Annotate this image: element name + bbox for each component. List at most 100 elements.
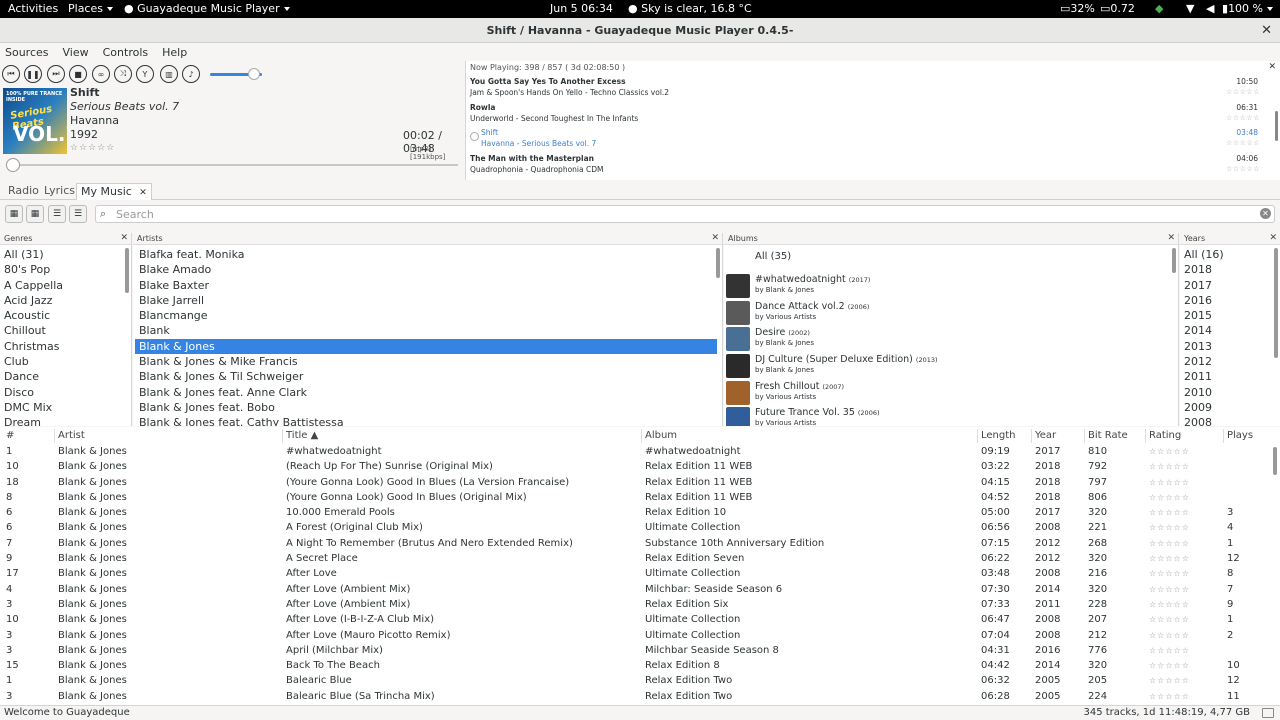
table-row[interactable]: 18 Blank & Jones (Youre Gonna Look) Good I… [0,476,1280,491]
pause-icon[interactable]: ❚❚ [24,65,42,83]
now-playing-rating[interactable]: ☆☆☆☆☆ [1226,139,1260,147]
list-detail-icon[interactable]: ☰ [48,205,66,223]
table-row[interactable]: 9 Blank & Jones A Secret Place Relax Editio… [0,552,1280,567]
year-item[interactable]: 2014 [1180,323,1280,338]
shuffle-icon[interactable]: ⤨ [114,65,132,83]
rating-cell[interactable]: ☆☆☆☆☆ [1149,676,1190,685]
now-playing-row[interactable]: Rowla Underworld - Second Toughest In The… [470,103,1270,128]
rating-cell[interactable]: ☆☆☆☆☆ [1149,554,1190,563]
year-item[interactable]: 2009 [1180,400,1280,415]
table-row[interactable]: 4 Blank & Jones After Love (Ambient Mix) Mi… [0,583,1280,598]
tab-lyrics[interactable]: Lyrics [40,183,79,200]
now-playing-row[interactable]: You Gotta Say Yes To Another Excess Jam &… [470,77,1270,102]
genre-item[interactable]: Christmas [0,339,131,354]
player-rating[interactable]: ☆☆☆☆☆ [70,143,115,153]
col-length-header[interactable]: Length [981,430,1016,441]
rating-cell[interactable]: ☆☆☆☆☆ [1149,508,1190,517]
artist-item[interactable]: Blake Baxter [135,278,717,293]
stop-icon[interactable]: ■ [69,65,87,83]
extension-icon[interactable]: ◆ [1155,2,1163,15]
year-item[interactable]: 2015 [1180,308,1280,323]
scrollbar[interactable] [716,248,720,278]
table-row[interactable]: 3 Blank & Jones Balearic Blue (Sa Trincha … [0,690,1280,705]
col-rating-header[interactable]: Rating [1149,430,1181,441]
repeat-icon[interactable]: Y [136,65,154,83]
artist-item[interactable]: Blank & Jones feat. Bobo [135,400,717,415]
rating-cell[interactable]: ☆☆☆☆☆ [1149,478,1190,487]
genre-item[interactable]: Chillout [0,323,131,338]
now-playing-rating[interactable]: ☆☆☆☆☆ [1226,114,1260,122]
close-icon[interactable]: ✕ [1261,18,1272,43]
app-menu[interactable]: ● Guayadeque Music Player [124,2,290,15]
equalizer-icon[interactable]: ▥ [160,65,178,83]
menu-view[interactable]: View [63,46,89,59]
rating-cell[interactable]: ☆☆☆☆☆ [1149,692,1190,701]
col-title-header[interactable]: Title ▲ [286,430,318,441]
artist-item[interactable]: Blank & Jones [135,338,717,355]
artist-item[interactable]: Blank & Jones & Mike Francis [135,354,717,369]
rating-cell[interactable]: ☆☆☆☆☆ [1149,615,1190,624]
genre-item[interactable]: Dream [0,415,131,426]
artist-item[interactable]: Blank [135,323,717,338]
year-item[interactable]: 2012 [1180,354,1280,369]
artist-item[interactable]: Blank & Jones feat. Anne Clark [135,385,717,400]
year-item[interactable]: 2008 [1180,415,1280,426]
rating-cell[interactable]: ☆☆☆☆☆ [1149,447,1190,456]
table-row[interactable]: 1 Blank & Jones Balearic Blue Relax Edition… [0,674,1280,689]
rating-cell[interactable]: ☆☆☆☆☆ [1149,569,1190,578]
year-item[interactable]: 2018 [1180,262,1280,277]
col-album-header[interactable]: Album [645,430,677,441]
genre-item[interactable]: Disco [0,385,131,400]
genre-item[interactable]: All (31) [0,247,131,262]
grid-large-icon[interactable]: ▦ [26,205,44,223]
year-item[interactable]: 2013 [1180,339,1280,354]
now-playing-rating[interactable]: ☆☆☆☆☆ [1226,165,1260,173]
album-cover[interactable]: 100% PURE TRANCE INSIDE Serious Beats VO… [3,88,67,154]
volume-slider-handle[interactable] [248,68,261,80]
rating-cell[interactable]: ☆☆☆☆☆ [1149,600,1190,609]
clock[interactable]: Jun 5 06:34 [550,2,613,15]
artist-item[interactable]: Blafka feat. Monika [135,247,717,262]
list-icon[interactable]: ☰ [69,205,87,223]
col-bitrate-header[interactable]: Bit Rate [1088,430,1128,441]
table-row[interactable]: 8 Blank & Jones (Youre Gonna Look) Good In… [0,491,1280,506]
year-item[interactable]: All (16) [1180,247,1280,262]
column-divider[interactable] [1031,429,1032,443]
album-item[interactable]: Desire (2002) by Blank & Jones [726,326,1178,353]
close-icon[interactable]: ✕ [1268,62,1276,72]
search-input[interactable]: ⌕ Search ✕ [95,205,1275,223]
artist-item[interactable]: Blake Jarrell [135,293,717,308]
seek-slider-handle[interactable] [6,158,20,172]
cpu-indicator[interactable]: ▭32% [1060,2,1095,15]
col-year-header[interactable]: Year [1035,430,1056,441]
now-playing-row[interactable]: Shift Havanna - Serious Beats vol. 7 03:48… [470,128,1270,153]
album-item-all[interactable]: All (35) [726,247,1178,273]
artist-item[interactable]: Blank & Jones & Til Schweiger [135,369,717,384]
rating-cell[interactable]: ☆☆☆☆☆ [1149,661,1190,670]
col-plays-header[interactable]: Plays [1227,430,1253,441]
column-divider[interactable] [977,429,978,443]
column-divider[interactable] [54,429,55,443]
column-divider[interactable] [1223,429,1224,443]
close-icon[interactable]: ✕ [120,233,128,243]
rating-cell[interactable]: ☆☆☆☆☆ [1149,523,1190,532]
genre-item[interactable]: DMC Mix [0,400,131,415]
genre-item[interactable]: Acoustic [0,308,131,323]
menu-controls[interactable]: Controls [103,46,149,59]
rating-cell[interactable]: ☆☆☆☆☆ [1149,585,1190,594]
year-item[interactable]: 2016 [1180,293,1280,308]
table-row[interactable]: 6 Blank & Jones 10.000 Emerald Pools Relax … [0,506,1280,521]
column-divider[interactable] [1145,429,1146,443]
player-track-title[interactable]: Shift [70,86,100,99]
power-menu[interactable]: ▮100 % [1222,2,1274,15]
menu-sources[interactable]: Sources [5,46,49,59]
rating-cell[interactable]: ☆☆☆☆☆ [1149,631,1190,640]
wifi-icon[interactable]: ▼ [1186,2,1194,15]
next-track-icon[interactable]: ⏭ [47,65,65,83]
scrollbar[interactable] [1273,447,1277,475]
scrollbar[interactable] [125,248,129,293]
genre-item[interactable]: Club [0,354,131,369]
close-icon[interactable]: ✕ [711,233,719,243]
genre-item[interactable]: Dance [0,369,131,384]
table-row[interactable]: 3 Blank & Jones April (Milchbar Mix) Milchb… [0,644,1280,659]
